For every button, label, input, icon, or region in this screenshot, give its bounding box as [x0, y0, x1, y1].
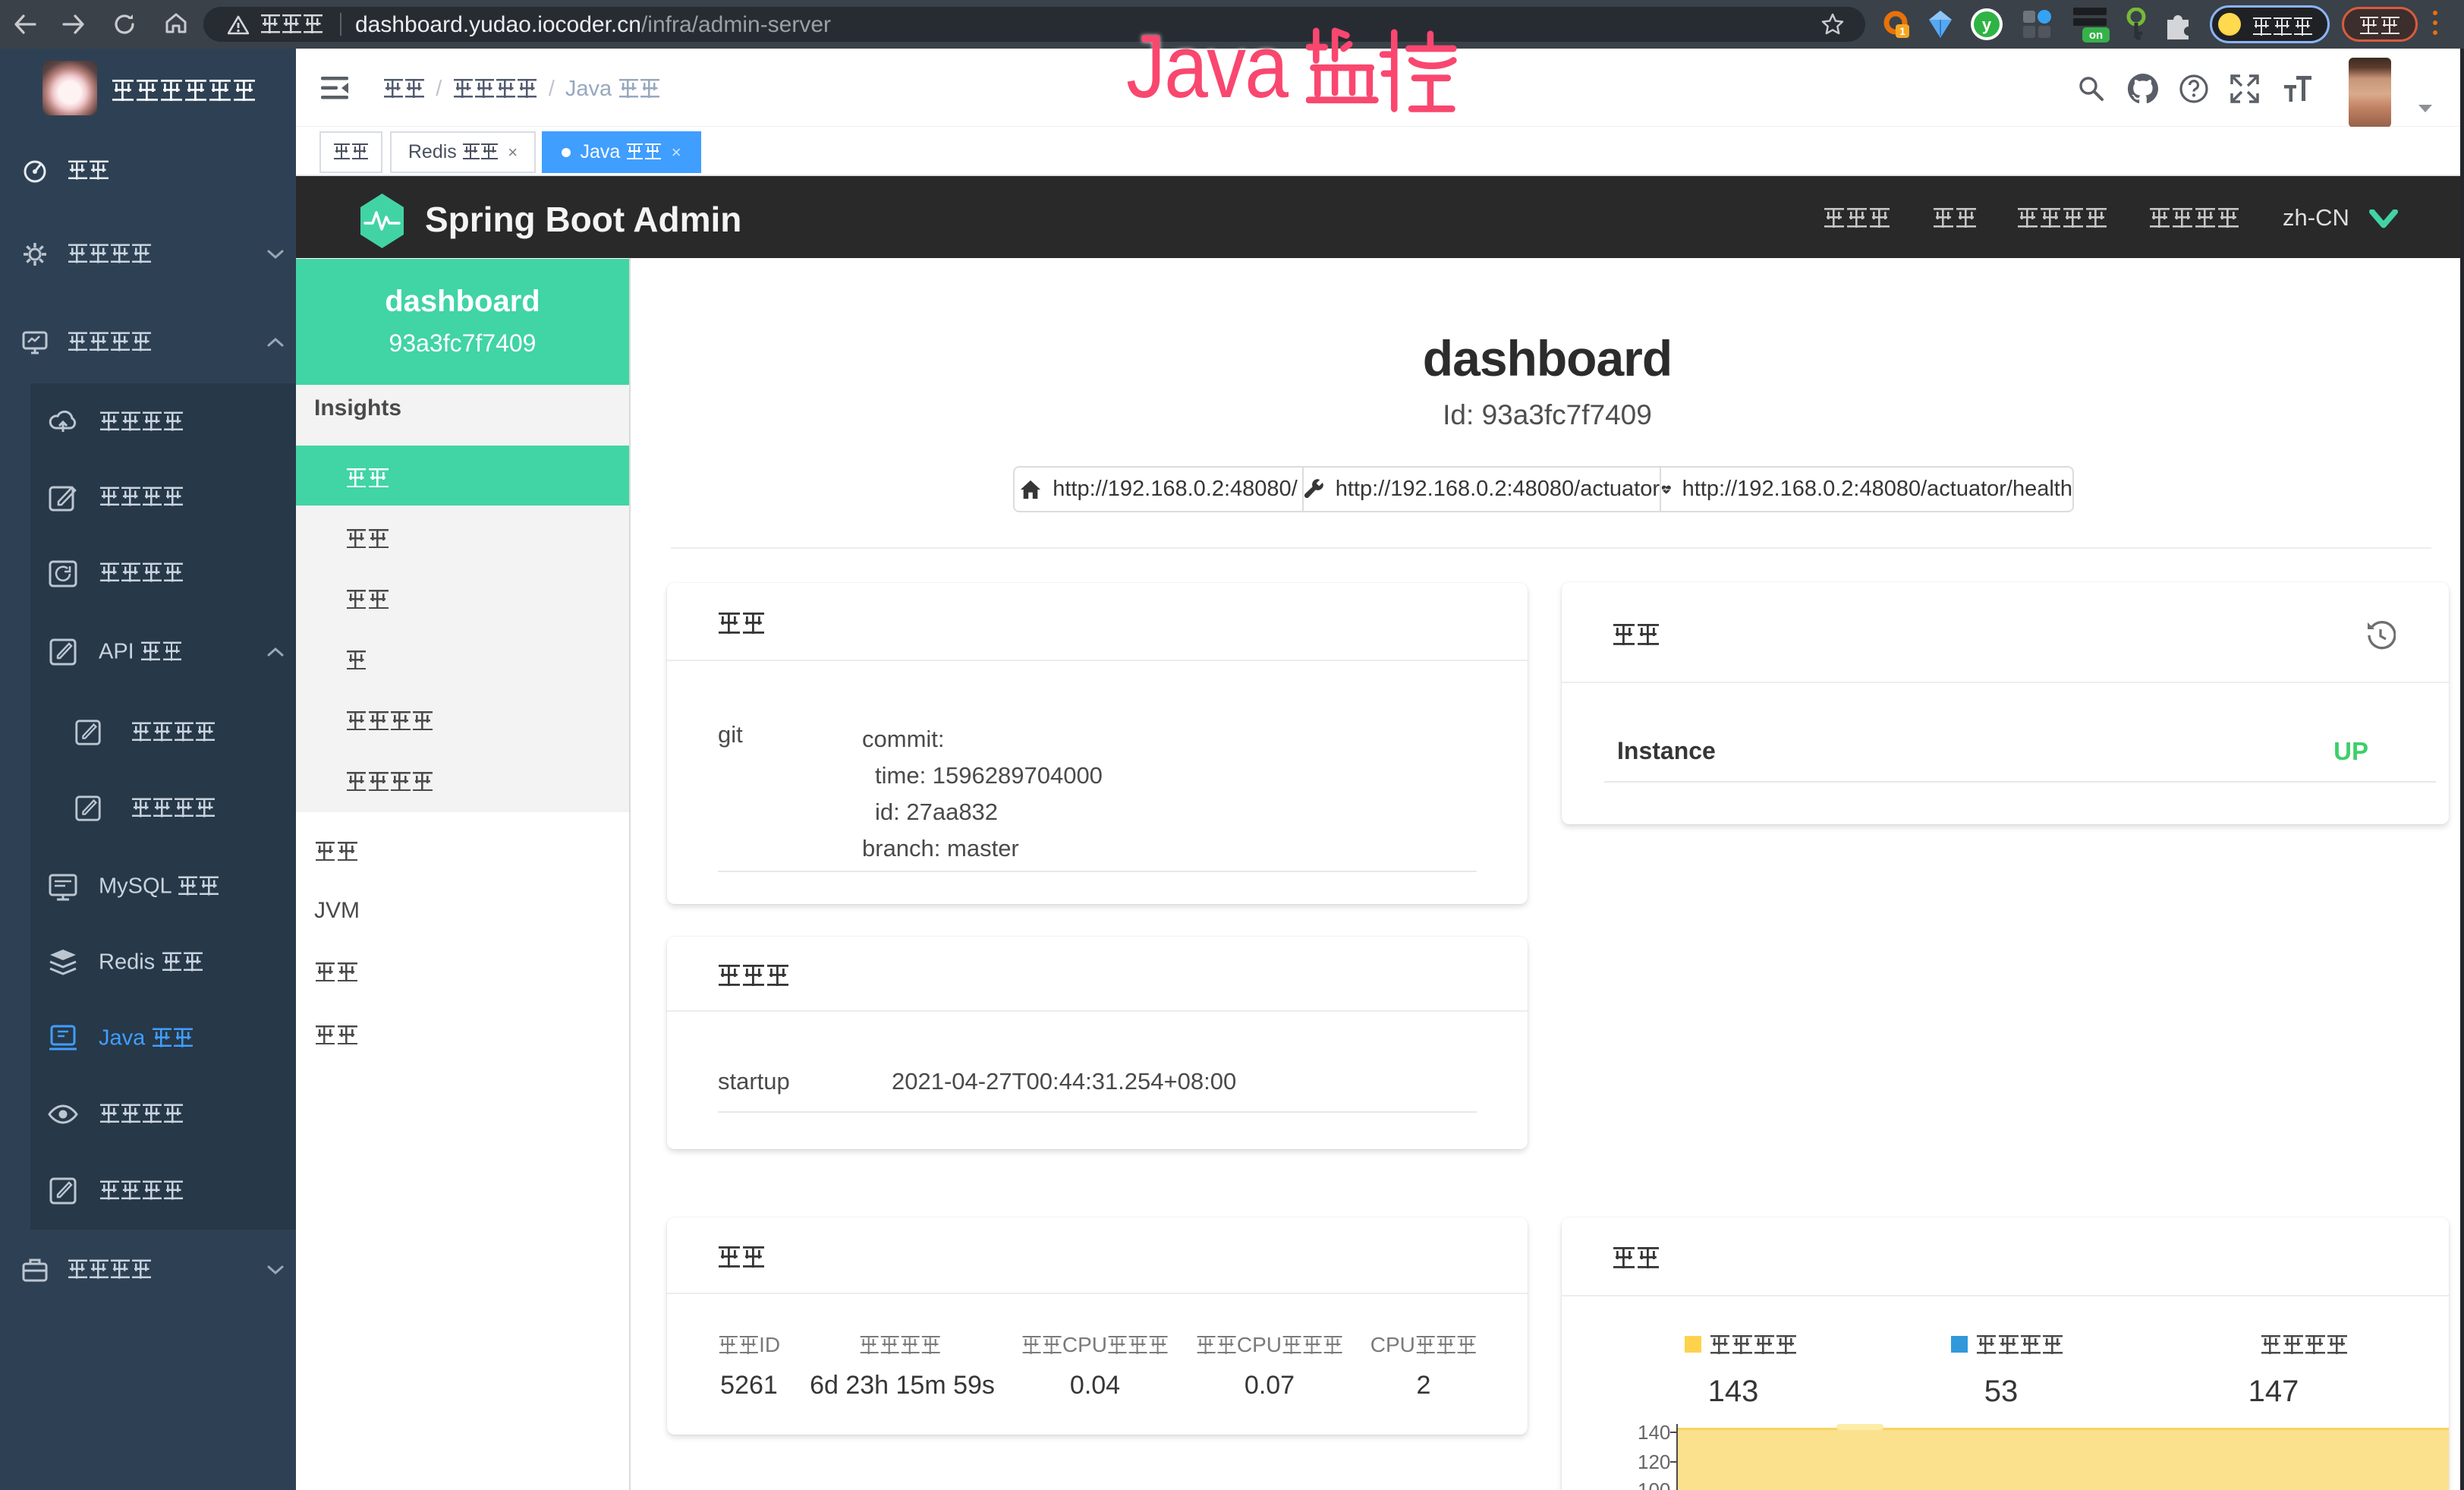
svg-text:on: on	[2089, 29, 2103, 42]
svg-text:1: 1	[1899, 25, 1905, 37]
svg-text:y: y	[1982, 15, 1992, 34]
